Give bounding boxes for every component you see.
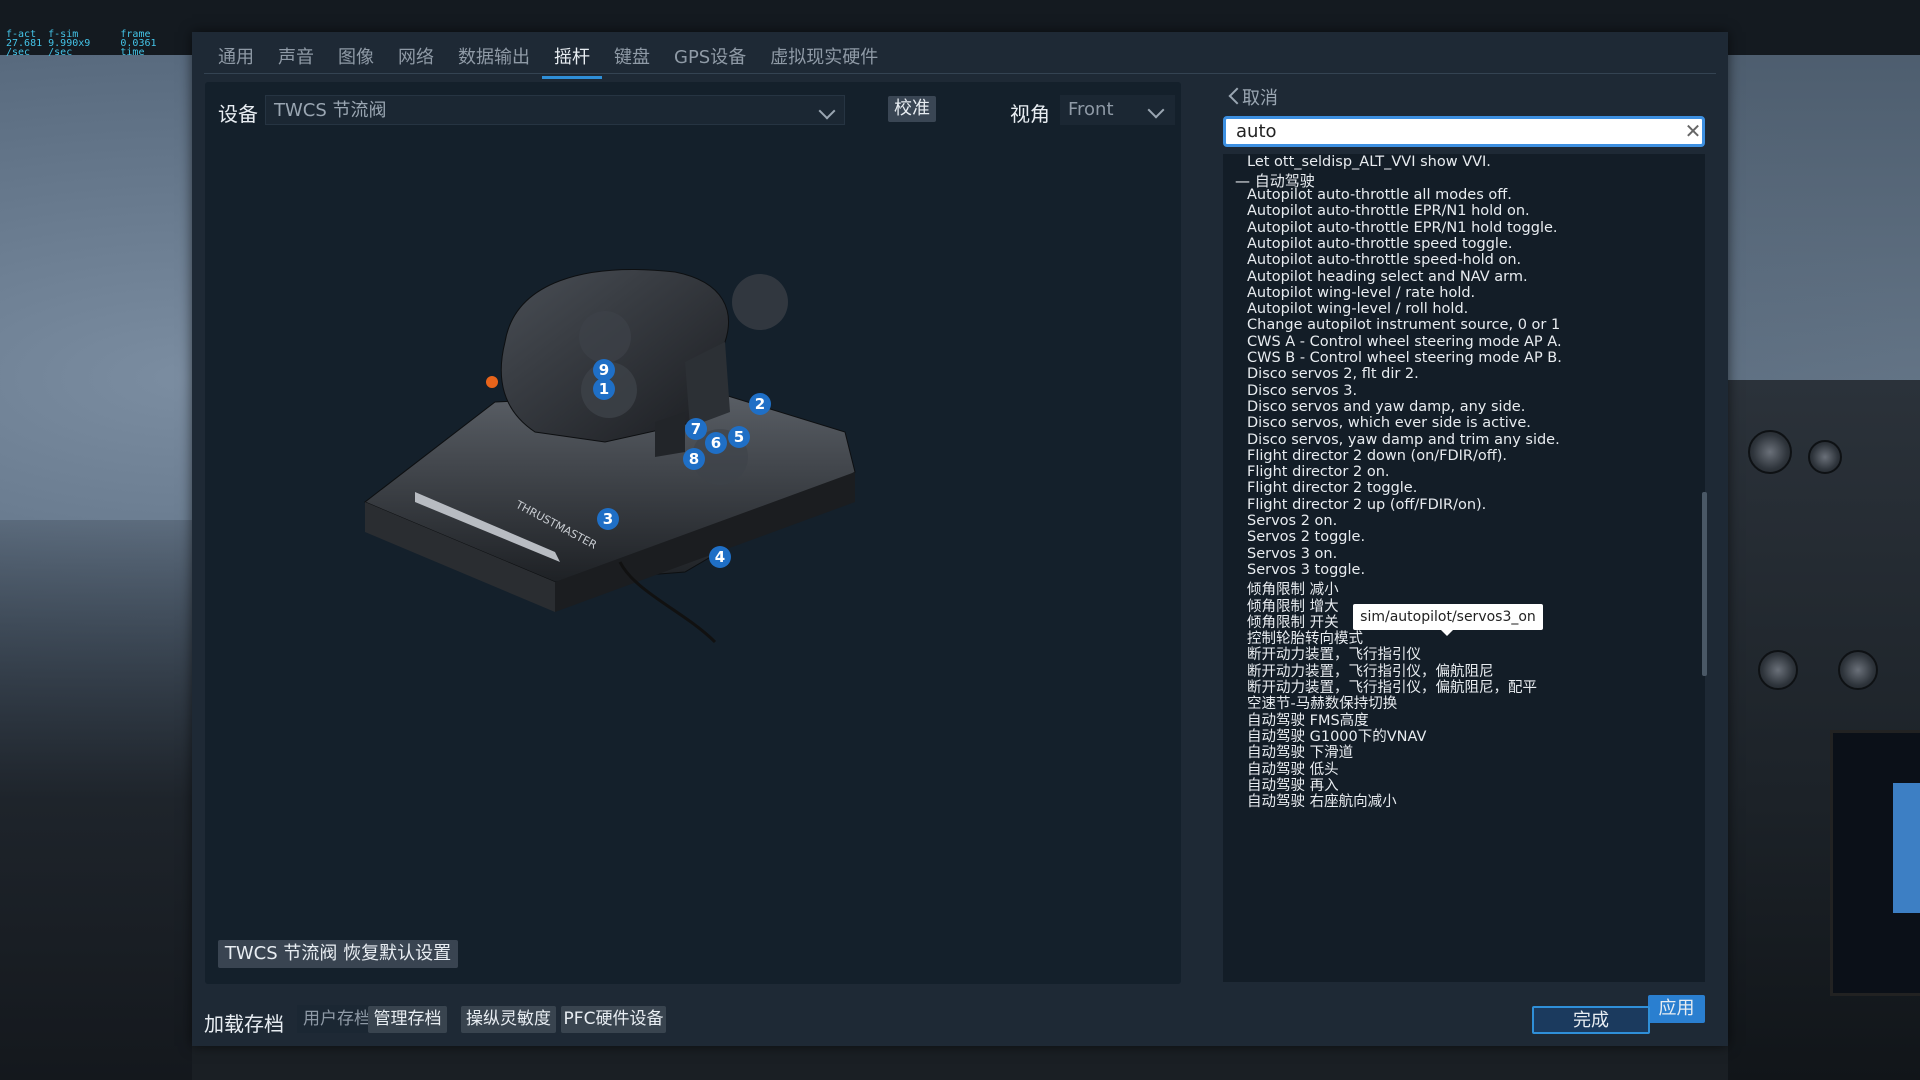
- list-item[interactable]: Autopilot heading select and NAV arm.: [1247, 269, 1528, 285]
- list-item[interactable]: Autopilot auto-throttle speed toggle.: [1247, 236, 1512, 252]
- calibrate-button[interactable]: 校准: [888, 96, 936, 122]
- view-label: 视角: [1010, 102, 1050, 126]
- list-item[interactable]: Let ott_seldisp_ALT_VVI show VVI.: [1247, 154, 1491, 170]
- profile-select-value: 用户存档: [303, 1009, 371, 1029]
- search-input[interactable]: auto: [1223, 116, 1705, 147]
- tab-joystick[interactable]: 摇杆: [542, 46, 602, 79]
- view-select[interactable]: Front: [1060, 95, 1175, 125]
- throttle-image: THRUSTMASTER: [364, 269, 856, 644]
- throttle-illustration: THRUSTMASTER 1 2 3 4 5 6 7 8 9: [355, 252, 895, 676]
- tab-keyboard[interactable]: 键盘: [602, 46, 662, 72]
- settings-tabs: 通用 声音 图像 网络 数据输出 摇杆 键盘 GPS设备 虚拟现实硬件: [206, 46, 890, 79]
- tab-vr-hardware[interactable]: 虚拟现实硬件: [758, 46, 890, 72]
- tab-gps-device[interactable]: GPS设备: [662, 46, 758, 72]
- device-select[interactable]: TWCS 节流阀: [265, 95, 845, 125]
- tabs-divider: [204, 73, 1716, 74]
- list-item[interactable]: Servos 3 toggle.: [1247, 562, 1365, 578]
- done-button[interactable]: 完成: [1532, 1006, 1650, 1034]
- view-select-value: Front: [1068, 99, 1114, 120]
- list-item[interactable]: Autopilot auto-throttle speed-hold on.: [1247, 252, 1521, 268]
- list-item[interactable]: Flight director 2 down (on/FDIR/off).: [1247, 448, 1507, 464]
- list-item[interactable]: Disco servos 3.: [1247, 383, 1357, 399]
- list-item[interactable]: Disco servos, which ever side is active.: [1247, 415, 1531, 431]
- list-item[interactable]: Flight director 2 up (off/FDIR/on).: [1247, 497, 1486, 513]
- reset-defaults-button[interactable]: TWCS 节流阀 恢复默认设置: [218, 940, 458, 968]
- tab-general[interactable]: 通用: [206, 46, 266, 72]
- button-marker-8[interactable]: 8: [683, 448, 705, 470]
- list-item[interactable]: Disco servos 2, flt dir 2.: [1247, 366, 1419, 382]
- button-marker-5[interactable]: 5: [728, 426, 750, 448]
- tab-sound[interactable]: 声音: [266, 46, 326, 72]
- gauge-knob: [1748, 430, 1792, 474]
- cockpit-panel-bottom: [192, 1046, 1728, 1080]
- manage-profiles-button[interactable]: 管理存档: [368, 1006, 447, 1033]
- list-item[interactable]: Autopilot wing-level / rate hold.: [1247, 285, 1475, 301]
- pfd-attitude-sky: [1893, 783, 1920, 913]
- list-item[interactable]: CWS B - Control wheel steering mode AP B…: [1247, 350, 1562, 366]
- device-label: 设备: [218, 102, 258, 126]
- control-sensitivity-button[interactable]: 操纵灵敏度: [461, 1006, 556, 1033]
- button-marker-9[interactable]: 9: [593, 359, 615, 381]
- tab-graphics[interactable]: 图像: [326, 46, 386, 72]
- gauge-knob: [1808, 440, 1842, 474]
- list-item[interactable]: Change autopilot instrument source, 0 or…: [1247, 317, 1560, 333]
- list-item[interactable]: Flight director 2 on.: [1247, 464, 1390, 480]
- primary-flight-display: [1830, 730, 1920, 996]
- apply-button[interactable]: 应用: [1648, 995, 1705, 1023]
- list-item[interactable]: Flight director 2 toggle.: [1247, 480, 1417, 496]
- list-item[interactable]: Disco servos and yaw damp, any side.: [1247, 399, 1525, 415]
- gauge-knob: [1758, 650, 1798, 690]
- device-panel: 设备 TWCS 节流阀 校准 视角 Front THRUSTMASTER 1 2…: [205, 82, 1181, 984]
- list-item[interactable]: Autopilot auto-throttle all modes off.: [1247, 187, 1512, 203]
- button-marker-3[interactable]: 3: [597, 508, 619, 530]
- list-item[interactable]: Servos 3 on.: [1247, 546, 1337, 562]
- cancel-button[interactable]: 取消: [1242, 84, 1278, 110]
- chevron-down-icon: [818, 102, 836, 120]
- command-list[interactable]: Let ott_seldisp_ALT_VVI show VVI. — 自动驾驶…: [1223, 154, 1705, 982]
- list-scrollbar[interactable]: [1702, 492, 1707, 676]
- gauge-knob: [1838, 650, 1878, 690]
- pfc-hardware-button[interactable]: PFC硬件设备: [561, 1006, 666, 1033]
- cockpit-panel-left: [0, 520, 192, 1080]
- device-select-value: TWCS 节流阀: [274, 100, 387, 121]
- load-profile-label: 加载存档: [204, 1012, 284, 1036]
- list-item[interactable]: 自动驾驶 右座航向减小: [1247, 790, 1397, 811]
- chevron-down-icon: [1147, 101, 1165, 119]
- list-item[interactable]: CWS A - Control wheel steering mode AP A…: [1247, 334, 1562, 350]
- list-item[interactable]: Autopilot auto-throttle EPR/N1 hold on.: [1247, 203, 1530, 219]
- list-item[interactable]: Servos 2 toggle.: [1247, 529, 1365, 545]
- frame-rate-overlay: f-act f-sim frame 27.681 9.990x9 0.0361 …: [6, 30, 190, 62]
- tab-data-output[interactable]: 数据输出: [446, 46, 542, 72]
- tab-network[interactable]: 网络: [386, 46, 446, 72]
- settings-dialog: 通用 声音 图像 网络 数据输出 摇杆 键盘 GPS设备 虚拟现实硬件 设备 T…: [192, 32, 1728, 1046]
- list-item[interactable]: Autopilot auto-throttle EPR/N1 hold togg…: [1247, 220, 1558, 236]
- button-marker-7[interactable]: 7: [685, 418, 707, 440]
- frame-rate-line: /sec /sec time: [6, 47, 145, 58]
- list-item[interactable]: Disco servos, yaw damp and trim any side…: [1247, 432, 1560, 448]
- button-marker-6[interactable]: 6: [705, 432, 727, 454]
- command-tooltip: sim/autopilot/servos3_on: [1353, 604, 1543, 636]
- list-item[interactable]: Autopilot wing-level / roll hold.: [1247, 301, 1468, 317]
- clear-search-icon[interactable]: ✕: [1683, 121, 1703, 141]
- button-marker-1[interactable]: 1: [593, 378, 615, 400]
- list-item[interactable]: Servos 2 on.: [1247, 513, 1337, 529]
- button-marker-2[interactable]: 2: [749, 393, 771, 415]
- button-marker-4[interactable]: 4: [709, 546, 731, 568]
